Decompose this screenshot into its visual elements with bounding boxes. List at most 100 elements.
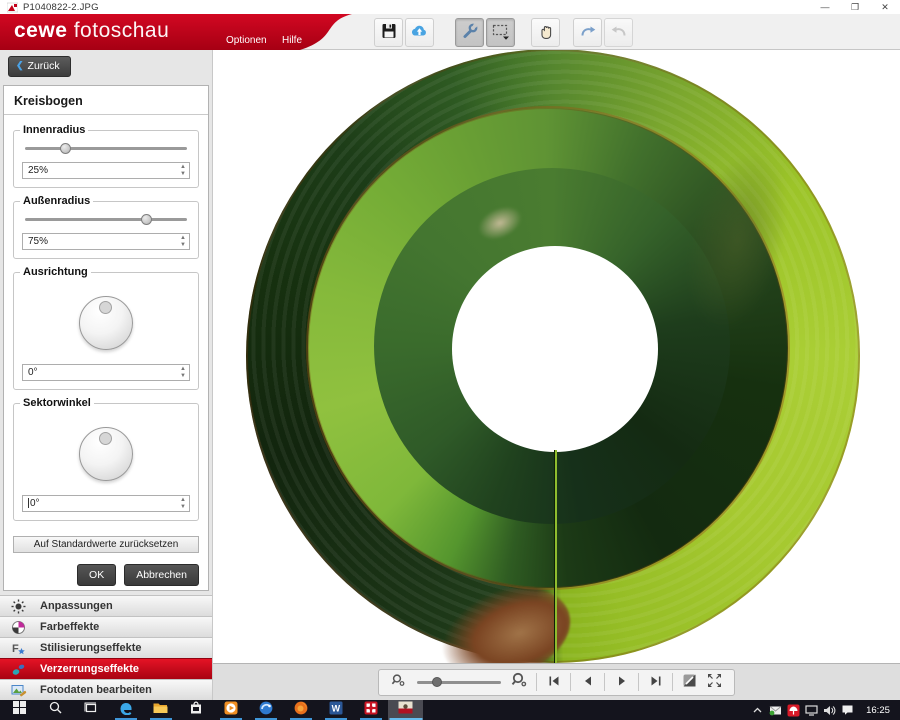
outer-radius-value: 75% xyxy=(28,235,49,247)
toolbar-separator xyxy=(604,673,605,691)
close-button[interactable]: ✕ xyxy=(870,0,900,14)
outer-radius-spinner[interactable]: ▲ ▼ xyxy=(180,235,186,249)
taskbar-store[interactable] xyxy=(178,700,213,720)
knob-indicator-dot xyxy=(99,300,112,314)
canvas-bottom-band xyxy=(213,663,900,700)
inner-radius-slider-thumb[interactable] xyxy=(59,142,71,154)
next-image-button[interactable] xyxy=(609,671,634,694)
media-player-icon xyxy=(224,701,238,720)
accordion-item-farbeffekte[interactable]: Farbeffekte xyxy=(0,616,212,637)
prev-image-button[interactable] xyxy=(575,671,600,694)
next-image-icon xyxy=(615,674,629,691)
taskbar-cewe-community[interactable] xyxy=(248,700,283,720)
kreisbogen-panel: Kreisbogen Innenradius 25% ▲ ▼ Außenradiu… xyxy=(3,84,209,591)
store-bag-icon xyxy=(190,701,202,719)
compare-button[interactable] xyxy=(677,671,702,694)
outer-radius-slider[interactable] xyxy=(25,213,187,225)
orientation-spinner[interactable]: ▲ ▼ xyxy=(180,366,186,380)
zoom-slider[interactable] xyxy=(417,676,501,687)
start-button[interactable] xyxy=(0,700,38,720)
distorted-photo-preview[interactable] xyxy=(213,50,900,663)
spin-down-icon[interactable]: ▼ xyxy=(180,171,186,178)
taskbar-search-button[interactable] xyxy=(38,700,73,720)
accordion-item-label: Stilisierungseffekte xyxy=(40,642,142,654)
last-image-button[interactable] xyxy=(643,671,668,694)
fullscreen-button[interactable] xyxy=(702,671,727,694)
toolbar-separator xyxy=(672,673,673,691)
zoom-out-icon xyxy=(391,673,406,691)
taskbar-cewe-fotowelt[interactable] xyxy=(353,700,388,720)
orientation-field[interactable]: 0° ▲ ▼ xyxy=(22,363,190,381)
orientation-knob[interactable] xyxy=(79,295,133,350)
chevron-left-icon: ❮ xyxy=(16,60,24,70)
mail-icon[interactable] xyxy=(766,705,784,716)
spin-up-icon[interactable]: ▲ xyxy=(180,366,186,373)
spin-up-icon[interactable]: ▲ xyxy=(180,164,186,171)
reset-defaults-button[interactable]: Auf Standardwerte zurücksetzen xyxy=(13,535,199,553)
taskbar-clock[interactable]: 16:25 xyxy=(856,705,900,716)
rect-select-icon xyxy=(491,22,511,44)
spin-down-icon[interactable]: ▼ xyxy=(180,242,186,249)
network-icon[interactable] xyxy=(802,704,820,716)
rect-select-button[interactable] xyxy=(486,18,515,47)
sector-angle-spinner[interactable]: ▲ ▼ xyxy=(180,497,186,511)
volume-icon[interactable] xyxy=(820,705,838,716)
share-redo-button[interactable] xyxy=(573,18,602,47)
undo-button[interactable] xyxy=(604,18,633,47)
firefox-icon xyxy=(294,701,308,720)
sector-angle-field[interactable]: 0° ▲ ▼ xyxy=(22,494,190,512)
taskbar-file-explorer[interactable] xyxy=(143,700,178,720)
spin-down-icon[interactable]: ▼ xyxy=(180,504,186,511)
inner-radius-slider[interactable] xyxy=(25,142,187,154)
app-logo: cewe fotoschau xyxy=(14,19,169,43)
menu-help[interactable]: Hilfe xyxy=(282,35,302,46)
spin-up-icon[interactable]: ▲ xyxy=(180,497,186,504)
accordion-item-fotodaten[interactable]: Fotodaten bearbeiten xyxy=(0,679,212,700)
outer-radius-label: Außenradius xyxy=(20,194,94,207)
notifications-icon[interactable] xyxy=(838,704,856,716)
accordion-item-verzerrungseffekte[interactable]: Verzerrungseffekte xyxy=(0,658,212,679)
inner-radius-field[interactable]: 25% ▲ ▼ xyxy=(22,161,190,179)
tray-expand-icon[interactable] xyxy=(748,707,766,714)
sector-angle-label: Sektorwinkel xyxy=(20,396,94,409)
back-button[interactable]: ❮ Zurück xyxy=(8,55,71,77)
accordion-item-anpassungen[interactable]: Anpassungen xyxy=(0,595,212,616)
minimize-button[interactable]: — xyxy=(810,0,840,14)
spin-up-icon[interactable]: ▲ xyxy=(180,235,186,242)
dialog-buttons: OK Abbrechen xyxy=(13,563,199,586)
panel-title: Kreisbogen xyxy=(4,86,208,115)
inner-radius-group: Innenradius 25% ▲ ▼ xyxy=(13,123,199,188)
ok-button[interactable]: OK xyxy=(77,563,117,586)
brand-light: fotoschau xyxy=(73,19,170,42)
taskbar-cewe-fotoschau-active[interactable] xyxy=(388,700,423,720)
cloud-upload-button[interactable] xyxy=(405,18,434,47)
menu-options[interactable]: Optionen xyxy=(226,35,267,46)
outer-radius-slider-thumb[interactable] xyxy=(140,213,152,225)
wrench-tools-button[interactable] xyxy=(455,18,484,47)
cancel-button[interactable]: Abbrechen xyxy=(124,563,199,586)
sector-angle-knob[interactable] xyxy=(79,426,133,481)
toolbar-separator xyxy=(570,673,571,691)
photo-canvas[interactable] xyxy=(213,50,900,700)
task-view-button[interactable] xyxy=(73,700,108,720)
ring-hole xyxy=(452,246,658,452)
hand-pan-icon xyxy=(537,22,554,43)
undo-icon xyxy=(610,22,628,43)
zoom-in-button[interactable] xyxy=(507,671,532,694)
accordion-item-stilisierungseffekte[interactable]: F Stilisierungseffekte xyxy=(0,637,212,658)
spin-down-icon[interactable]: ▼ xyxy=(180,373,186,380)
taskbar-edge[interactable] xyxy=(108,700,143,720)
taskbar-firefox[interactable] xyxy=(283,700,318,720)
antivirus-icon[interactable] xyxy=(784,704,802,717)
outer-radius-field[interactable]: 75% ▲ ▼ xyxy=(22,232,190,250)
taskbar-media-player[interactable] xyxy=(213,700,248,720)
restore-button[interactable]: ❐ xyxy=(840,0,870,14)
inner-radius-spinner[interactable]: ▲ ▼ xyxy=(180,164,186,178)
zoom-out-button[interactable] xyxy=(386,671,411,694)
hand-pan-button[interactable] xyxy=(531,18,560,47)
zoom-slider-thumb[interactable] xyxy=(432,676,443,687)
knob-indicator-dot xyxy=(99,431,112,445)
save-button[interactable] xyxy=(374,18,403,47)
taskbar-word[interactable]: W xyxy=(318,700,353,720)
first-image-button[interactable] xyxy=(541,671,566,694)
